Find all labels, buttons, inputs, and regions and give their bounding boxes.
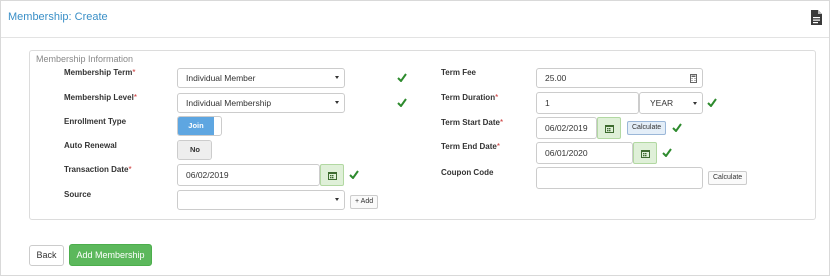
calculate-end-date-button[interactable]: Calculate <box>627 121 667 135</box>
transaction-date-label: Transaction Date* <box>64 165 132 174</box>
chevron-down-icon <box>335 101 339 104</box>
toggle-no: No <box>178 141 211 159</box>
membership-level-label: Membership Level* <box>64 93 137 102</box>
checkmark-icon <box>672 123 682 132</box>
back-button[interactable]: Back <box>29 245 64 266</box>
term-end-date-input[interactable]: 06/01/2020 <box>536 142 633 164</box>
chevron-down-icon <box>693 102 697 105</box>
term-duration-unit-select[interactable]: YEAR <box>639 92 703 114</box>
add-source-button[interactable]: + Add <box>350 195 379 209</box>
auto-renewal-label: Auto Renewal <box>64 141 117 150</box>
checkmark-icon <box>397 73 407 82</box>
coupon-code-input[interactable] <box>536 167 703 189</box>
header-divider <box>1 37 829 38</box>
calendar-icon <box>641 150 650 158</box>
calculator-icon <box>690 74 697 83</box>
auto-renewal-toggle[interactable]: No <box>177 140 212 160</box>
term-start-date-label: Term Start Date* <box>441 118 504 127</box>
enrollment-type-toggle[interactable]: Join <box>177 116 222 136</box>
term-fee-input[interactable]: 25.00 <box>536 68 703 88</box>
term-duration-label: Term Duration* <box>441 93 499 102</box>
term-end-date-label: Term End Date* <box>441 142 500 151</box>
chevron-down-icon <box>335 198 339 201</box>
panel-legend: Membership Information <box>36 54 134 64</box>
page-title: Membership: Create <box>8 11 108 23</box>
transaction-date-calendar-button[interactable] <box>320 164 344 186</box>
membership-term-label: Membership Term* <box>64 68 136 77</box>
calculate-coupon-button[interactable]: Calculate <box>708 171 748 185</box>
source-label: Source <box>64 190 92 199</box>
calendar-icon <box>605 125 614 133</box>
transaction-date-input[interactable]: 06/02/2019 <box>177 164 320 186</box>
calendar-icon <box>328 172 337 180</box>
checkmark-icon <box>662 148 672 157</box>
membership-level-select[interactable]: Individual Membership <box>177 93 345 113</box>
term-fee-label: Term Fee <box>441 68 476 77</box>
checkmark-icon <box>349 170 359 179</box>
checkmark-icon <box>707 98 717 107</box>
membership-term-select[interactable]: Individual Member <box>177 68 345 88</box>
chevron-down-icon <box>335 76 339 79</box>
toggle-join: Join <box>178 117 214 135</box>
coupon-code-label: Coupon Code <box>441 168 494 177</box>
term-duration-input[interactable]: 1 <box>536 92 639 114</box>
term-start-date-input[interactable]: 06/02/2019 <box>536 117 597 139</box>
term-end-date-calendar-button[interactable] <box>633 142 657 164</box>
checkmark-icon <box>397 98 407 107</box>
add-membership-button[interactable]: Add Membership <box>69 244 152 266</box>
term-start-date-calendar-button[interactable] <box>597 117 621 139</box>
enrollment-type-label: Enrollment Type <box>64 117 127 126</box>
source-select[interactable] <box>177 190 345 210</box>
document-icon[interactable] <box>810 10 823 25</box>
